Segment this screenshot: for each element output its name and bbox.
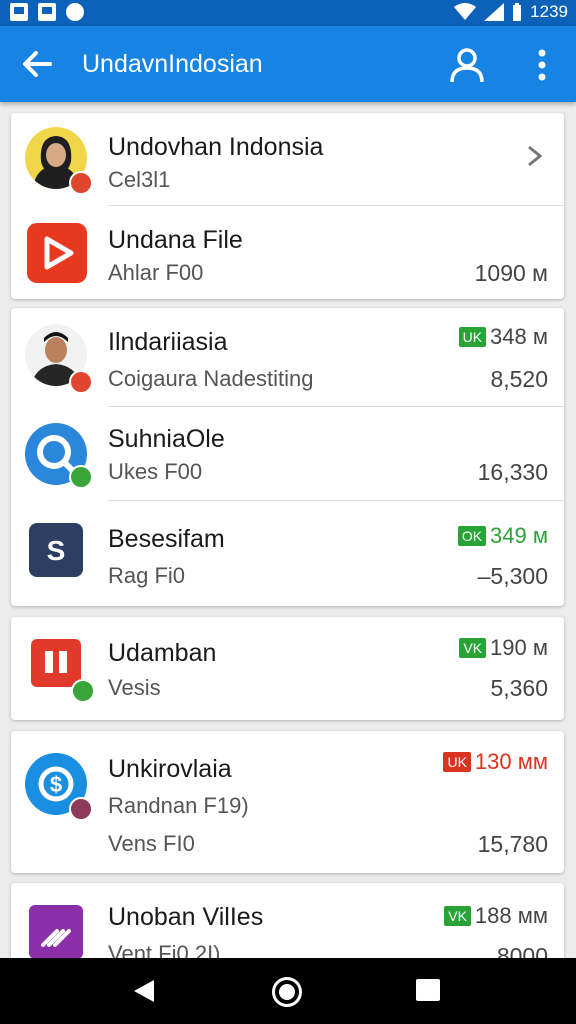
item-subtitle: Cel3l1: [108, 167, 171, 192]
system-nav-bar: [0, 958, 576, 1024]
item-subtitle-secondary: Vens FI0: [108, 831, 195, 856]
wifi-icon: [454, 3, 477, 20]
message-notification-icon: [38, 3, 56, 21]
status-tag: UK: [443, 752, 471, 772]
size-value: 348 ᴍ: [490, 324, 548, 349]
list-item[interactable]: SuhniaOle Ukes F00 16,330: [11, 407, 564, 500]
s-app-icon: S: [29, 523, 83, 577]
item-name: SuhniaOle: [108, 425, 225, 453]
item-size: UK 130 ᴍᴍ: [443, 749, 548, 775]
item-name: Udamban: [108, 639, 217, 667]
item-name: Ilndariiasia: [108, 328, 228, 356]
item-subtitle: Ahlar F00: [108, 260, 204, 285]
item-value: –5,300: [477, 563, 548, 589]
file-card: Udamban Vesis VK 190 ᴍ 5,360: [11, 617, 564, 720]
shopping-bag-icon: [31, 639, 81, 687]
item-value: 1090 ᴍ: [474, 260, 548, 286]
status-tag: OK: [457, 526, 487, 546]
size-value: 188 ᴍᴍ: [474, 903, 548, 928]
item-size: UK 348 ᴍ: [458, 324, 548, 350]
item-subtitle: Randnan F19): [108, 793, 249, 818]
item-subtitle: Vesis: [108, 675, 161, 700]
item-subtitle: Coigaura Nadestiting: [108, 366, 314, 391]
battery-icon: [513, 3, 522, 21]
item-name: Besesifam: [108, 525, 225, 553]
item-size: VK 188 ᴍᴍ: [444, 903, 548, 929]
list-item[interactable]: Undovhan Indonsia Cel3l1: [11, 113, 564, 205]
item-name: Undana File: [108, 226, 243, 254]
image-notification-icon: [10, 3, 28, 21]
file-card: Ilndariiasia Coigaura Nadestiting UK 348…: [11, 308, 564, 606]
size-value: 130 ᴍᴍ: [474, 749, 548, 774]
svg-text:$: $: [50, 772, 62, 797]
list-item[interactable]: Udamban Vesis VK 190 ᴍ 5,360: [11, 617, 564, 720]
chevron-right-icon[interactable]: [524, 143, 546, 169]
item-value: 5,360: [490, 675, 548, 701]
item-name: Undovhan Indonsia: [108, 133, 324, 161]
status-badge: [69, 370, 93, 394]
item-name: Unoban VilIes: [108, 903, 264, 931]
signal-app-icon: [29, 905, 83, 959]
status-tag: VK: [444, 906, 471, 926]
size-value: 190 ᴍ: [490, 635, 548, 660]
nav-back-icon[interactable]: [132, 978, 156, 1004]
page-title: UndavnIndosian: [82, 50, 263, 78]
app-bar: UndavnIndosian: [0, 26, 576, 102]
nav-home-icon[interactable]: [272, 977, 302, 1007]
status-badge: [69, 171, 93, 195]
svg-text:S: S: [47, 535, 66, 566]
item-value: 15,780: [477, 831, 548, 857]
status-badge: [69, 465, 93, 489]
status-badge: [71, 679, 95, 703]
status-badge: [69, 797, 93, 821]
item-value: 8,520: [490, 366, 548, 392]
list-item[interactable]: S Besesifam Rag Fi0 OK 349 ᴍ –5,300: [11, 501, 564, 606]
back-arrow-icon[interactable]: [20, 48, 54, 80]
item-subtitle: Rag Fi0: [108, 563, 186, 588]
file-card: $ Unkirovlaia Randnan F19) Vens FI0 UK 1…: [11, 731, 564, 873]
file-card: Undovhan Indonsia Cel3l1 Undana File Ahl…: [11, 113, 564, 299]
item-value: 16,330: [477, 459, 548, 485]
video-play-icon: [27, 223, 87, 283]
nav-recents-icon[interactable]: [416, 979, 440, 1001]
list-item[interactable]: $ Unkirovlaia Randnan F19) Vens FI0 UK 1…: [11, 731, 564, 873]
account-icon[interactable]: [448, 46, 486, 84]
clock: 1239: [530, 2, 568, 21]
more-options-icon[interactable]: [530, 48, 554, 82]
item-size: VK 190 ᴍ: [459, 635, 548, 661]
item-size: OK 349 ᴍ: [457, 523, 548, 549]
status-tag: UK: [458, 327, 487, 347]
status-tag: VK: [459, 638, 487, 658]
item-name: Unkirovlaia: [108, 755, 232, 783]
item-subtitle: Ukes F00: [108, 459, 203, 484]
status-bar: 1239: [0, 0, 576, 26]
size-value: 349 ᴍ: [490, 523, 548, 548]
list-item[interactable]: Undana File Ahlar F00 1090 ᴍ: [11, 206, 564, 299]
signal-icon: [484, 3, 505, 21]
list-item[interactable]: Ilndariiasia Coigaura Nadestiting UK 348…: [11, 308, 564, 406]
app-notification-icon: [66, 3, 84, 21]
